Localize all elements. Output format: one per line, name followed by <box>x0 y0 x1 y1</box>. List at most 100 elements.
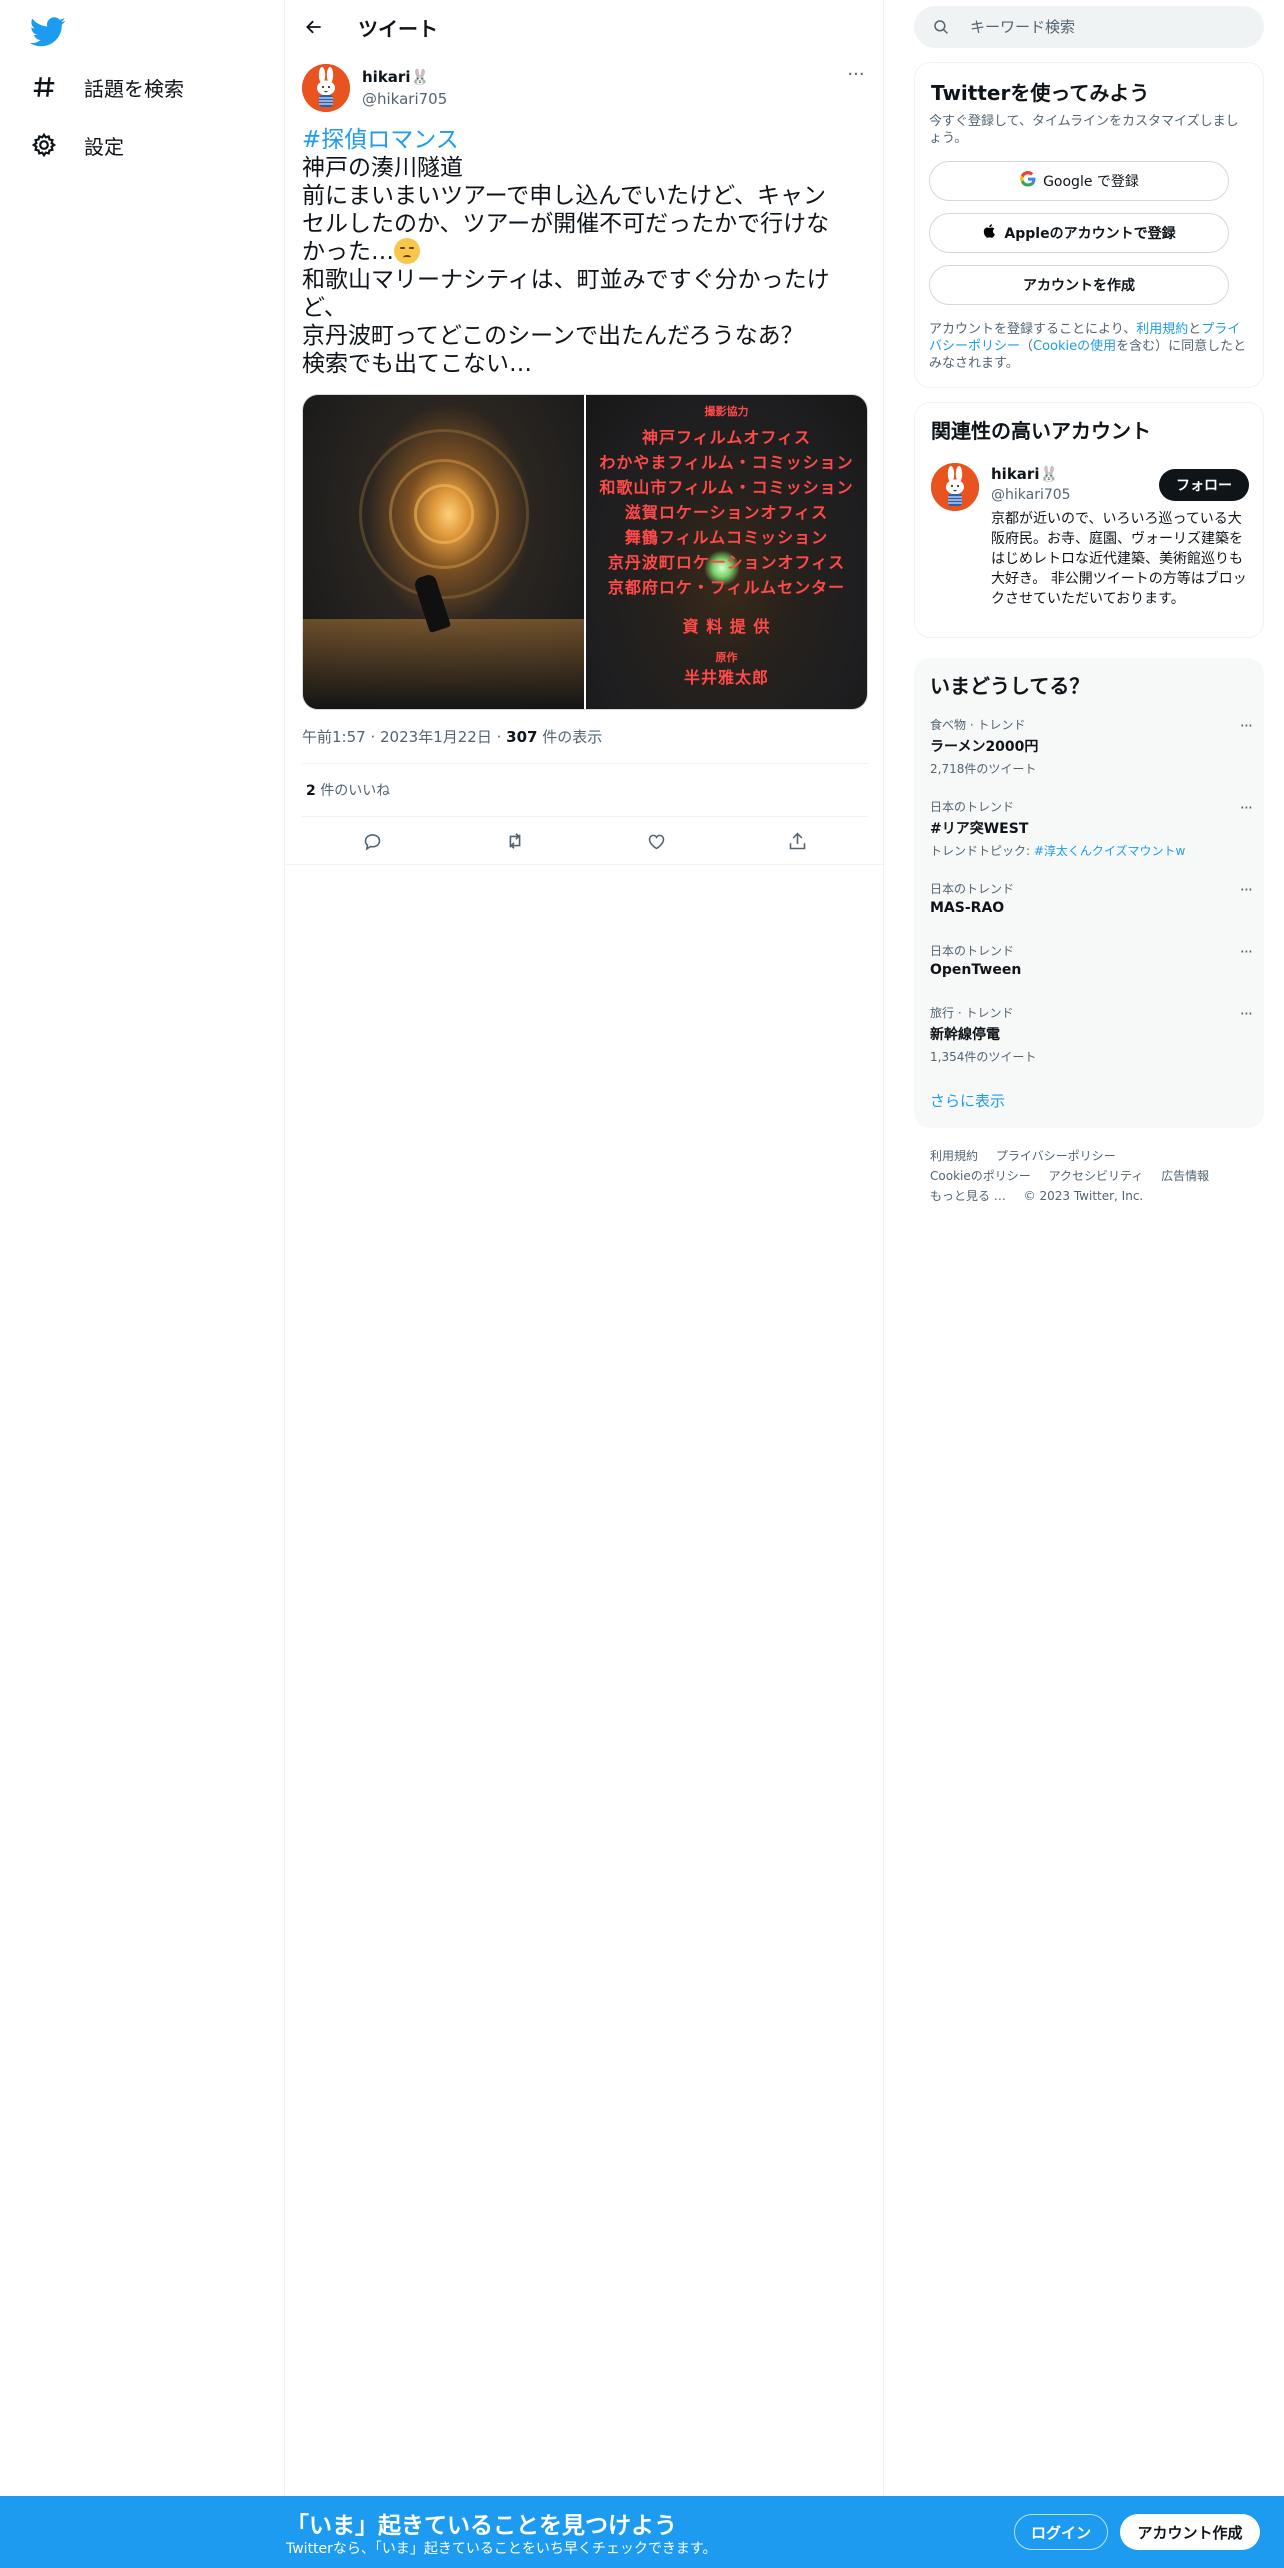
apple-signup-button[interactable]: Appleのアカウントで登録 <box>929 213 1229 253</box>
trends-title: いまどうしてる？ <box>930 674 1090 698</box>
user-handle[interactable]: @hikari705 <box>362 90 447 108</box>
apple-icon <box>982 223 998 243</box>
back-arrow-icon[interactable] <box>300 13 328 41</box>
tweet-line: 京丹波町ってどこのシーンで出たんだろうなあ？ <box>302 323 804 349</box>
credits-line: 舞鶴フィルムコミッション <box>624 528 829 547</box>
footer-link[interactable]: もっと見る … <box>930 1189 1006 1203</box>
reply-icon[interactable] <box>359 828 385 854</box>
google-signup-button[interactable]: Google で登録 <box>929 161 1229 201</box>
tweet-time[interactable]: 午前1:57 <box>302 728 366 746</box>
credits-line: 京都府ロケ・フィルムセンター <box>607 578 846 597</box>
trend-count: トレンドトピック: #淳太くんクイズマウントw <box>930 844 1186 858</box>
credits-line: 神戸フィルムオフィス <box>641 428 812 447</box>
credits-footer-name: 半井雅太郎 <box>683 668 769 687</box>
signup-button[interactable]: アカウント作成 <box>1120 2514 1260 2550</box>
trend-item[interactable]: 日本のトレンド MAS-RAO ··· <box>930 880 1253 916</box>
trend-name: #リア突WEST <box>930 821 1029 837</box>
nav-item-explore[interactable]: 話題を検索 <box>30 67 184 107</box>
left-navigation: 話題を検索 設定 <box>0 0 285 2568</box>
signup-legal-text: アカウントを登録することにより、利用規約とプライバシーポリシー（Cookieの使… <box>929 322 1247 371</box>
copyright: © 2023 Twitter, Inc. <box>1023 1189 1144 1203</box>
trend-category: 旅行 · トレンド <box>930 1006 1014 1020</box>
more-options-icon[interactable]: ··· <box>1240 880 1253 899</box>
cookie-link[interactable]: Cookieの使用 <box>1033 339 1116 354</box>
trend-item[interactable]: 日本のトレンド #リア突WEST トレンドトピック: #淳太くんクイズマウントw… <box>930 798 1253 859</box>
footer-link[interactable]: アクセシビリティ <box>1049 1169 1144 1183</box>
tweet-media: 撮影協力 神戸フィルムオフィス わかやまフィルム・コミッション 和歌山市フィルム… <box>302 394 868 710</box>
tweet-date[interactable]: 2023年1月22日 <box>380 728 492 746</box>
search-input[interactable] <box>970 6 1250 48</box>
bottom-signup-bar: 「いま」起きていることを見つけよう Twitterなら、「いま」起きていることを… <box>0 2496 1284 2568</box>
page-title: ツイート <box>358 17 438 41</box>
more-options-icon[interactable]: ··· <box>1240 1004 1253 1023</box>
trend-count: 2,718件のツイート <box>930 762 1037 776</box>
show-more-link[interactable]: さらに表示 <box>930 1090 1005 1111</box>
pensive-face-emoji-icon <box>394 238 420 264</box>
twitter-logo-icon[interactable] <box>30 14 66 50</box>
trend-name: ラーメン2000円 <box>930 739 1039 755</box>
nav-item-settings-label: 設定 <box>84 134 124 159</box>
terms-link[interactable]: 利用規約 <box>1136 322 1188 337</box>
likes-label: 件のいいね <box>320 783 391 799</box>
footer-link[interactable]: Cookieのポリシー <box>930 1169 1031 1183</box>
signup-subtitle: 今すぐ登録して、タイムラインをカスタマイズしましょう。 <box>929 114 1239 146</box>
footer-link[interactable]: 広告情報 <box>1161 1169 1209 1183</box>
google-icon <box>1019 170 1037 192</box>
tweet-line: かった… <box>302 239 394 265</box>
divider <box>286 864 884 865</box>
more-options-icon[interactable]: ··· <box>844 66 868 92</box>
trend-category: 日本のトレンド <box>930 944 1015 958</box>
related-user-name[interactable]: hikari🐰 <box>991 465 1058 483</box>
related-accounts-panel: 関連性の高いアカウント hikari🐰 @hikari705 フォロー 京都が近… <box>914 402 1264 638</box>
tweet-line: ど、 <box>302 295 347 321</box>
trend-item[interactable]: 食べ物 · トレンド ラーメン2000円 2,718件のツイート ··· <box>930 716 1253 777</box>
likes-count: 2 <box>306 783 316 799</box>
follow-button[interactable]: フォロー <box>1159 469 1249 501</box>
trend-name: OpenTween <box>930 962 1022 978</box>
likes-stat[interactable]: 2 件のいいね <box>306 780 390 800</box>
credits-text: 撮影協力 神戸フィルムオフィス わかやまフィルム・コミッション 和歌山市フィルム… <box>586 403 867 690</box>
share-icon[interactable] <box>784 828 810 854</box>
tunnel-photo[interactable] <box>303 395 584 709</box>
nav-item-explore-label: 話題を検索 <box>84 76 184 101</box>
credits-footer-label: 原作 <box>715 651 738 664</box>
tweet-line: 検索でも出てこない… <box>302 351 532 377</box>
create-account-button[interactable]: アカウントを作成 <box>929 265 1229 305</box>
retweet-icon[interactable] <box>502 828 528 854</box>
bottom-bar-title: 「いま」起きていることを見つけよう <box>286 2513 677 2539</box>
footer-link[interactable]: プライバシーポリシー <box>996 1149 1116 1163</box>
avatar[interactable] <box>931 463 979 511</box>
tweet-line-with-emoji: かった… <box>302 238 868 266</box>
credits-photo[interactable]: 撮影協力 神戸フィルムオフィス わかやまフィルム・コミッション 和歌山市フィルム… <box>586 395 867 709</box>
tweet-meta: 午前1:57 · 2023年1月22日 · 307 件の表示 <box>302 728 603 746</box>
like-heart-icon[interactable] <box>643 828 669 854</box>
trend-item[interactable]: 旅行 · トレンド 新幹線停電 1,354件のツイート ··· <box>930 1004 1253 1065</box>
user-name[interactable]: hikari🐰 <box>362 68 429 86</box>
credits-heading: 撮影協力 <box>704 405 749 418</box>
avatar[interactable] <box>302 64 350 112</box>
tunnel-water <box>303 619 584 709</box>
related-user-handle[interactable]: @hikari705 <box>991 487 1071 503</box>
more-options-icon[interactable]: ··· <box>1240 942 1253 961</box>
trends-panel: いまどうしてる？ 食べ物 · トレンド ラーメン2000円 2,718件のツイー… <box>914 658 1264 1128</box>
nav-item-settings[interactable]: 設定 <box>30 125 124 165</box>
views-label: 件の表示 <box>542 728 603 746</box>
tweet-line: 神戸の湊川隧道 <box>302 155 463 181</box>
footer-link[interactable]: 利用規約 <box>930 1149 978 1163</box>
trend-topic-link[interactable]: #淳太くんクイズマウントw <box>1034 844 1186 858</box>
tweet-text: #探偵ロマンス 神戸の湊川隧道 前にまいまいツアーで申し込んでいたけど、キャン … <box>302 126 868 378</box>
tweet-header: hikari🐰 @hikari705 ··· <box>302 62 868 116</box>
hashtag-icon <box>30 73 58 101</box>
trend-item[interactable]: 日本のトレンド OpenTween ··· <box>930 942 1253 978</box>
divider <box>302 763 868 764</box>
more-options-icon[interactable]: ··· <box>1240 798 1253 817</box>
trend-category: 日本のトレンド <box>930 800 1015 814</box>
main-column: ツイート hikari🐰 @hikari705 ··· #探偵ロマンス 神戸の湊… <box>286 0 884 2568</box>
tweet-hashtag-link[interactable]: #探偵ロマンス <box>302 126 868 154</box>
footer: 利用規約 プライバシーポリシー Cookieのポリシー アクセシビリティ 広告情… <box>930 1146 1250 1206</box>
gear-icon <box>30 131 58 159</box>
top-bar: ツイート <box>286 0 884 54</box>
more-options-icon[interactable]: ··· <box>1240 716 1253 735</box>
login-button[interactable]: ログイン <box>1014 2514 1108 2550</box>
related-title: 関連性の高いアカウント <box>931 419 1151 443</box>
